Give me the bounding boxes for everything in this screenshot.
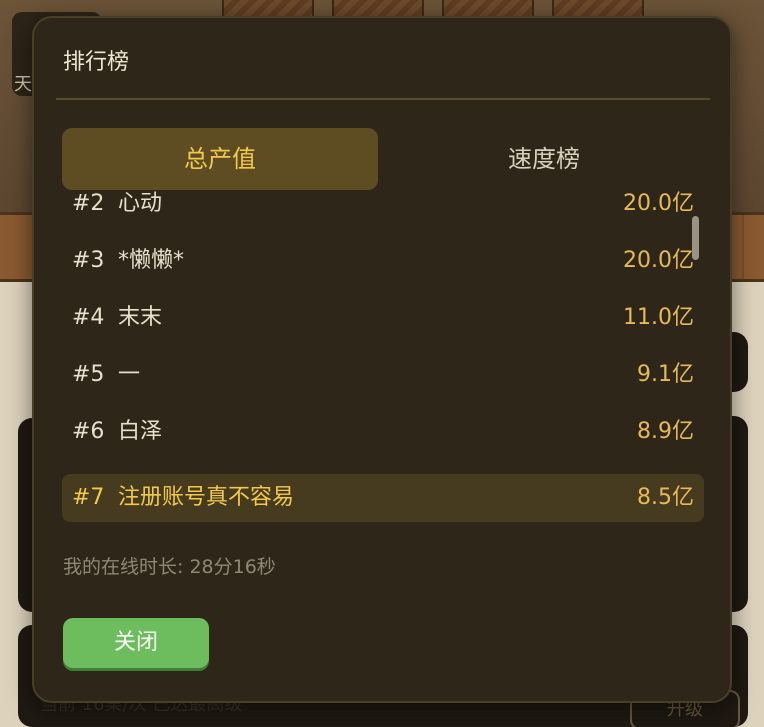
row-value: 8.5亿 (637, 485, 694, 510)
leaderboard-tabs: 总产值 速度榜 (62, 128, 702, 190)
leaderboard-row: #4 末末 11.0亿 (62, 294, 704, 342)
list-scrollbar[interactable] (692, 216, 699, 260)
row-player-name: 白泽 (118, 419, 163, 444)
row-rank: #2 (72, 191, 105, 216)
row-rank: #3 (72, 248, 105, 273)
row-player-name: 末末 (118, 305, 163, 330)
leaderboard-row: #6 白泽 8.9亿 (62, 408, 704, 456)
title-divider (56, 98, 710, 100)
close-button[interactable]: 关闭 (63, 618, 209, 668)
row-rank: #6 (72, 419, 105, 444)
online-time-text: 我的在线时长: 28分16秒 (63, 556, 276, 578)
leaderboard-row: #3 *懒懒* 20.0亿 (62, 237, 704, 285)
row-value: 20.0亿 (623, 191, 694, 216)
row-rank: #7 (72, 485, 105, 510)
leaderboard-row: #5 一 9.1亿 (62, 351, 704, 399)
leaderboard-list[interactable]: #2 心动 20.0亿 #3 *懒懒* 20.0亿 #4 末末 11.0亿 #5… (62, 188, 704, 524)
background-corner-text: 天 (14, 74, 32, 95)
row-value: 11.0亿 (623, 305, 694, 330)
tab-total-output[interactable]: 总产值 (62, 128, 378, 190)
row-value: 8.9亿 (637, 419, 694, 444)
row-value: 9.1亿 (637, 362, 694, 387)
my-rank-row: #7 注册账号真不容易 8.5亿 (62, 474, 704, 522)
row-player-name: 注册账号真不容易 (118, 485, 295, 510)
row-rank: #5 (72, 362, 105, 387)
row-player-name: *懒懒* (118, 248, 185, 273)
leaderboard-row: #2 心动 20.0亿 (62, 188, 704, 228)
tab-speed-ranking[interactable]: 速度榜 (386, 128, 702, 190)
dialog-title: 排行榜 (63, 50, 130, 75)
leaderboard-dialog: 排行榜 总产值 速度榜 #2 心动 20.0亿 #3 *懒懒* 20.0亿 #4… (32, 16, 732, 703)
row-value: 20.0亿 (623, 248, 694, 273)
row-player-name: 心动 (118, 191, 163, 216)
row-player-name: 一 (118, 362, 141, 387)
row-rank: #4 (72, 305, 105, 330)
